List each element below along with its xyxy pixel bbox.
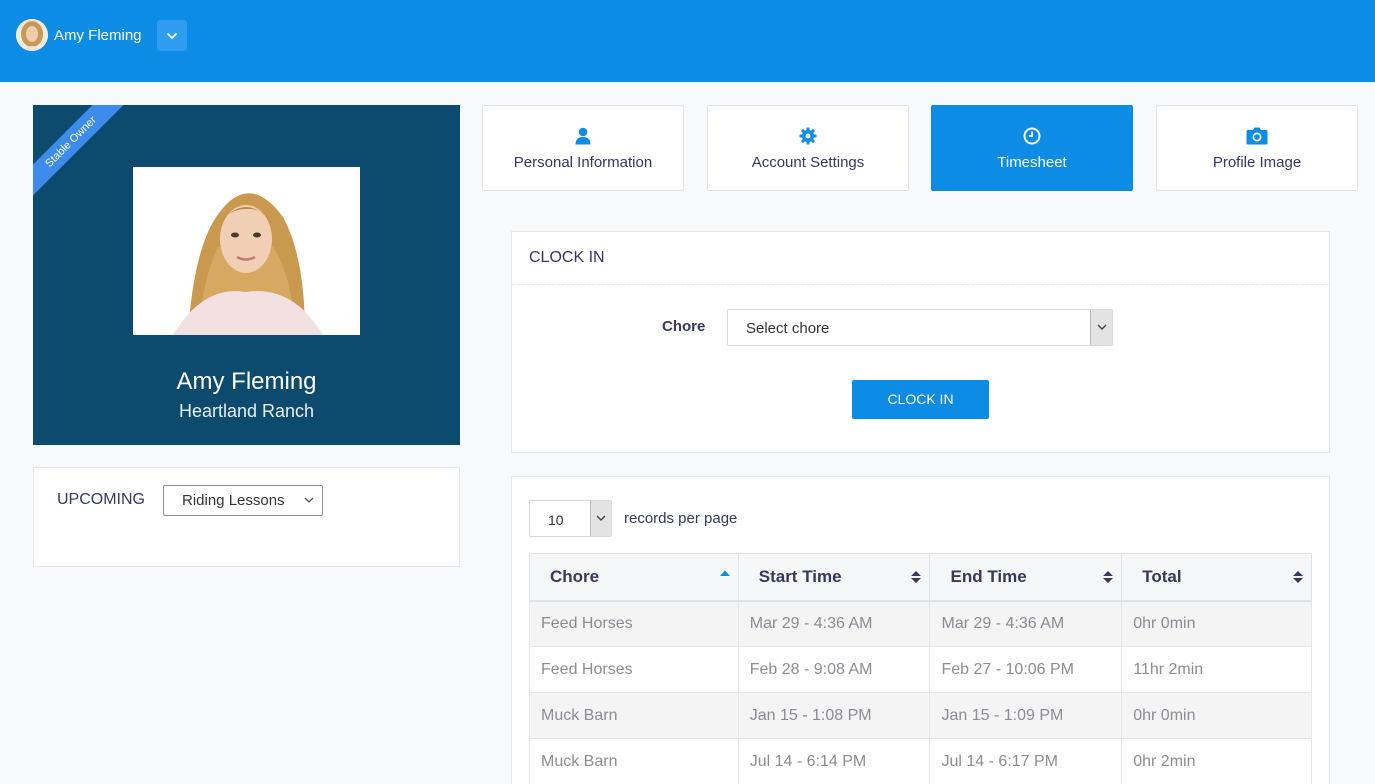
cell-total: 0hr 2min [1121,738,1312,784]
profile-name: Amy Fleming [176,368,317,395]
records-per-page-label: records per page [624,510,738,527]
table-row: Feed Horses Mar 29 - 4:36 AM Mar 29 - 4:… [529,600,1312,647]
sort-icon [1293,571,1303,583]
avatar [16,19,48,51]
cell-total: 0hr 0min [1121,600,1312,647]
timesheet-table-card: 10 records per page Chore Start Time End… [511,476,1330,784]
cell-start-time: Mar 29 - 4:36 AM [737,600,931,647]
chore-label: Chore [662,318,706,335]
chevron-down-icon [596,515,606,521]
cell-chore: Feed Horses [529,600,739,647]
upcoming-select[interactable]: Riding Lessons [163,485,323,516]
cell-end-time: Jan 15 - 1:09 PM [929,692,1123,739]
cell-start-time: Jan 15 - 1:08 PM [737,692,931,739]
profile-card: Stable Owner Amy Fleming Heartland Ranch [33,105,460,445]
upcoming-select-value: Riding Lessons [182,492,285,509]
cell-chore: Muck Barn [529,692,739,739]
tab-label: Profile Image [1212,154,1302,171]
timesheet-table: Chore Start Time End Time Total Feed Hor… [529,553,1312,784]
column-header-end-time[interactable]: End Time [929,553,1123,602]
sort-icon [1103,571,1114,583]
tab-personal-information[interactable]: Personal Information [482,105,684,191]
cell-start-time: Feb 28 - 9:08 AM [737,646,931,693]
clock-in-button[interactable]: CLOCK IN [852,380,989,419]
records-per-page-select[interactable]: 10 [529,500,612,537]
cell-end-time: Mar 29 - 4:36 AM [929,600,1123,647]
table-row: Muck Barn Jan 15 - 1:08 PM Jan 15 - 1:09… [529,692,1312,739]
chevron-down-icon [304,497,314,503]
table-header-row: Chore Start Time End Time Total [529,553,1312,602]
cell-end-time: Feb 27 - 10:06 PM [929,646,1123,693]
column-header-start-time[interactable]: Start Time [737,553,931,602]
records-per-page-value: 10 [548,512,564,528]
user-dropdown-button[interactable] [157,20,187,51]
top-navbar: Amy Fleming [0,0,1375,82]
upcoming-label: UPCOMING [57,491,145,508]
cell-chore: Muck Barn [529,738,739,784]
select-arrow [590,501,611,536]
table-row: Muck Barn Jul 14 - 6:14 PM Jul 14 - 6:17… [529,738,1312,784]
user-menu-trigger[interactable]: Amy Fleming [16,19,142,51]
cell-start-time: Jul 14 - 6:14 PM [737,738,931,784]
divider [512,284,1329,285]
table-row: Feed Horses Feb 28 - 9:08 AM Feb 27 - 10… [529,646,1312,693]
chevron-down-icon [166,32,178,39]
gear-icon [799,127,817,145]
clock-in-title: CLOCK IN [529,249,605,266]
chevron-down-icon [1097,324,1106,330]
tab-label: Personal Information [513,154,653,171]
tab-label: Timesheet [997,154,1067,171]
cell-total: 0hr 0min [1121,692,1312,739]
sort-ascending-icon [719,570,730,576]
cell-chore: Feed Horses [529,646,739,693]
select-arrow [1090,310,1112,345]
sort-icon [911,571,922,583]
user-icon [575,127,591,145]
tab-profile-image[interactable]: Profile Image [1156,105,1358,191]
user-name: Amy Fleming [54,26,142,44]
profile-photo [133,167,360,335]
column-header-chore[interactable]: Chore [529,553,739,602]
role-ribbon: Stable Owner [33,105,133,205]
upcoming-card: UPCOMING Riding Lessons [33,467,460,567]
cell-end-time: Jul 14 - 6:17 PM [929,738,1123,784]
chore-select-value: Select chore [746,320,830,337]
camera-icon [1246,127,1268,145]
clock-icon [1023,127,1041,145]
column-header-total[interactable]: Total [1121,553,1312,602]
cell-total: 11hr 2min [1121,646,1312,693]
tab-timesheet[interactable]: Timesheet [931,105,1133,191]
profile-ranch: Heartland Ranch [178,401,315,421]
clock-in-card: CLOCK IN Chore Select chore CLOCK IN [511,231,1330,453]
tab-label: Account Settings [751,154,865,171]
tab-account-settings[interactable]: Account Settings [707,105,909,191]
chore-select[interactable]: Select chore [727,309,1113,346]
